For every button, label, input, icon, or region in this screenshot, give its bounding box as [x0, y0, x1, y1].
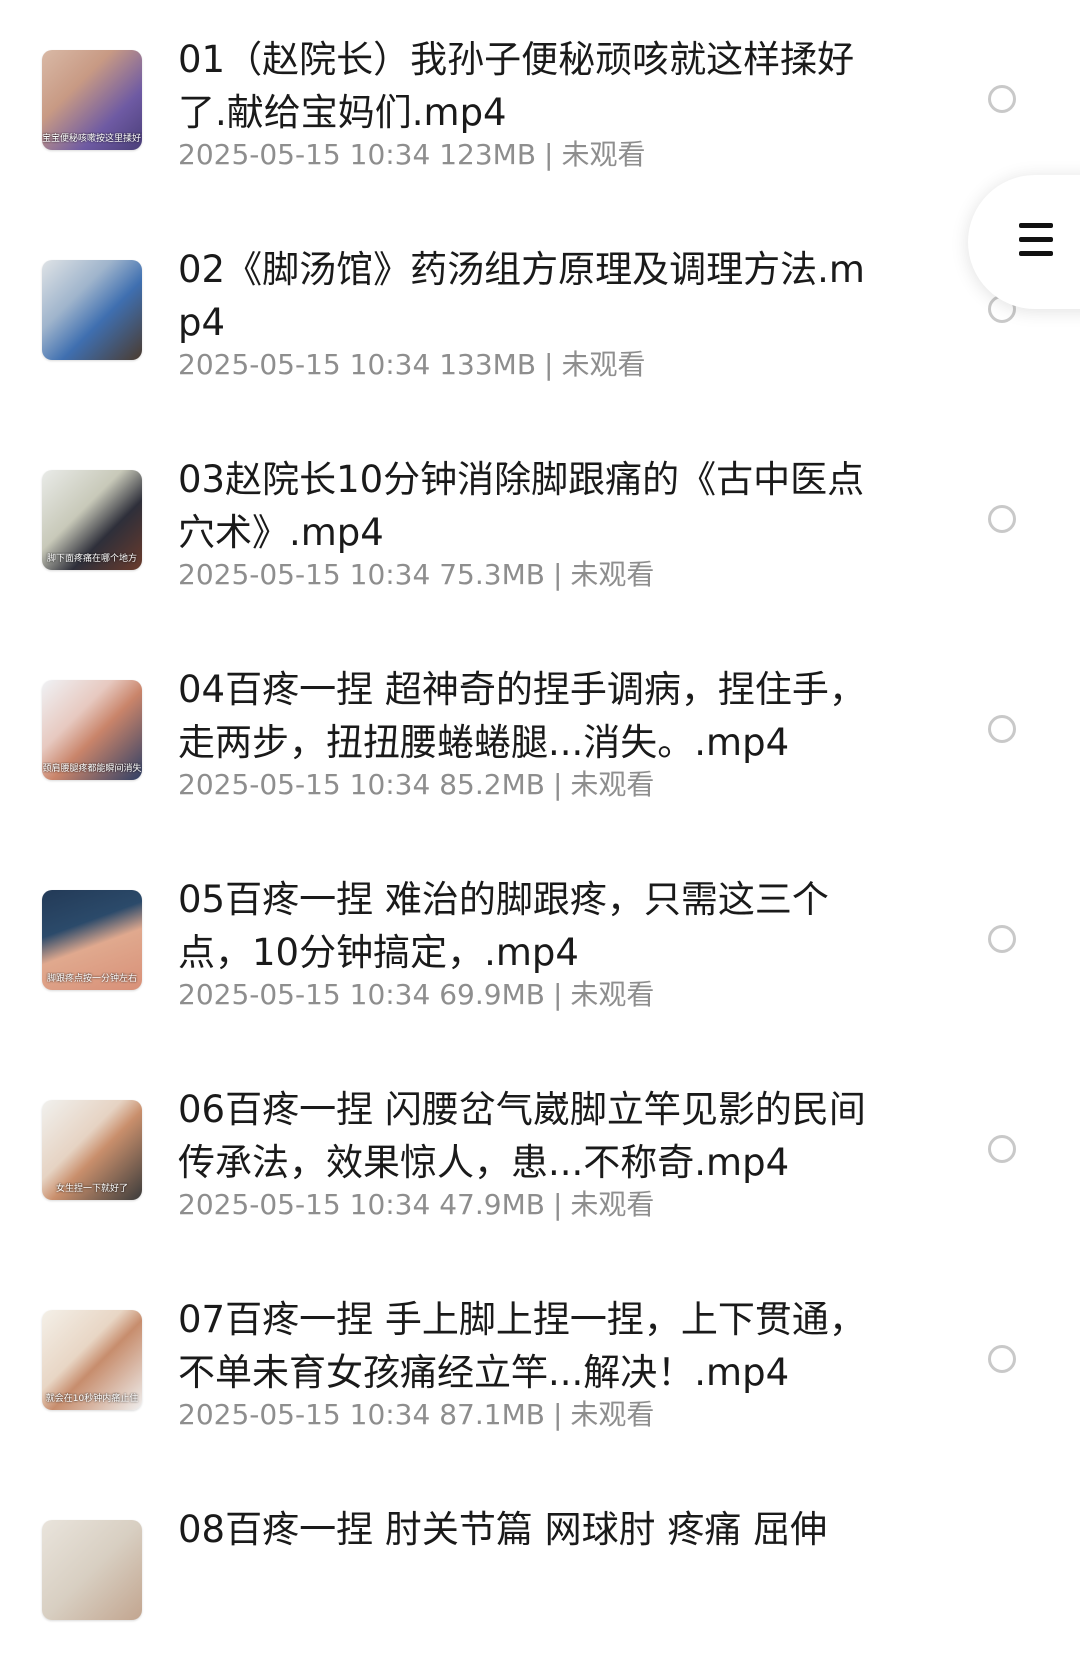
select-radio[interactable] — [988, 1345, 1016, 1373]
list-item[interactable]: 宝宝便秘咳嗽按这里揉好了 01（赵院长）我孙子便秘顽咳就这样揉好了.献给宝妈们.… — [0, 0, 1080, 210]
file-size: 75.3MB — [439, 558, 545, 591]
thumbnail-caption — [42, 1602, 142, 1616]
file-date: 2025-05-15 10:34 — [178, 1188, 431, 1221]
file-size: 87.1MB — [439, 1398, 545, 1431]
file-meta: 2025-05-15 10:34 133MB | 未观看 — [178, 348, 646, 381]
file-size: 85.2MB — [439, 768, 545, 801]
list-item[interactable]: 脚下面疼痛在哪个地方 03赵院长10分钟消除脚跟痛的《古中医点穴术》.mp4 2… — [0, 420, 1080, 630]
list-item[interactable]: 脚跟疼点按一分钟左右 05百疼一捏 难治的脚跟疼，只需这三个点，10分钟搞定，.… — [0, 840, 1080, 1050]
watch-status: 未观看 — [570, 1398, 655, 1431]
watch-status: 未观看 — [570, 1188, 655, 1221]
list-item[interactable]: 就会在10秒钟内痛止住 07百疼一捏 手上脚上捏一捏，上下贯通，不单未育女孩痛经… — [0, 1260, 1080, 1470]
select-radio[interactable] — [988, 505, 1016, 533]
thumbnail-caption: 颈肩腰腿疼都能瞬间消失 — [42, 764, 142, 774]
thumbnail-caption: 脚跟疼点按一分钟左右 — [46, 974, 137, 984]
file-meta: 2025-05-15 10:34 87.1MB | 未观看 — [178, 1398, 655, 1431]
video-thumbnail — [42, 1520, 142, 1620]
video-thumbnail: 脚下面疼痛在哪个地方 — [42, 470, 142, 570]
watch-status: 未观看 — [570, 978, 655, 1011]
file-size: 123MB — [439, 138, 537, 171]
select-radio[interactable] — [988, 1135, 1016, 1163]
watch-status: 未观看 — [561, 348, 646, 381]
list-item[interactable]: 08百疼一捏 肘关节篇 网球肘 疼痛 屈伸 — [0, 1470, 1080, 1680]
file-size: 47.9MB — [439, 1188, 545, 1221]
file-title: 02《脚汤馆》药汤组方原理及调理方法.mp4 — [178, 248, 865, 344]
list-item[interactable]: 颈肩腰腿疼都能瞬间消失 04百疼一捏 超神奇的捏手调病，捏住手，走两步，扭扭腰蜷… — [0, 630, 1080, 840]
file-title: 03赵院长10分钟消除脚跟痛的《古中医点穴术》.mp4 — [178, 458, 865, 554]
file-date: 2025-05-15 10:34 — [178, 558, 431, 591]
thumbnail-caption — [42, 342, 142, 356]
select-radio[interactable] — [988, 715, 1016, 743]
file-title: 01（赵院长）我孙子便秘顽咳就这样揉好了.献给宝妈们.mp4 — [178, 38, 855, 134]
video-thumbnail — [42, 260, 142, 360]
thumbnail-caption: 就会在10秒钟内痛止住 — [45, 1394, 139, 1404]
file-title: 07百疼一捏 手上脚上捏一捏，上下贯通，不单未育女孩痛经立竿...解决！.mp4 — [178, 1298, 866, 1394]
file-meta: 2025-05-15 10:34 85.2MB | 未观看 — [178, 768, 655, 801]
file-meta: 2025-05-15 10:34 75.3MB | 未观看 — [178, 558, 655, 591]
thumbnail-caption: 脚下面疼痛在哪个地方 — [46, 554, 137, 564]
file-title: 05百疼一捏 难治的脚跟疼，只需这三个点，10分钟搞定，.mp4 — [178, 878, 829, 974]
select-radio[interactable] — [988, 925, 1016, 953]
video-thumbnail: 宝宝便秘咳嗽按这里揉好了 — [42, 50, 142, 150]
list-item[interactable]: 02《脚汤馆》药汤组方原理及调理方法.mp4 2025-05-15 10:34 … — [0, 210, 1080, 420]
file-meta: 2025-05-15 10:34 123MB | 未观看 — [178, 138, 646, 171]
file-meta: 2025-05-15 10:34 47.9MB | 未观看 — [178, 1188, 655, 1221]
file-size: 69.9MB — [439, 978, 545, 1011]
file-title: 08百疼一捏 肘关节篇 网球肘 疼痛 屈伸 — [178, 1508, 828, 1551]
file-size: 133MB — [439, 348, 537, 381]
watch-status: 未观看 — [561, 138, 646, 171]
thumbnail-caption: 宝宝便秘咳嗽按这里揉好了 — [42, 134, 142, 144]
video-thumbnail: 就会在10秒钟内痛止住 — [42, 1310, 142, 1410]
video-thumbnail: 女生捏一下就好了 — [42, 1100, 142, 1200]
video-thumbnail: 脚跟疼点按一分钟左右 — [42, 890, 142, 990]
list-item[interactable]: 女生捏一下就好了 06百疼一捏 闪腰岔气崴脚立竿见影的民间传承法，效果惊人，患.… — [0, 1050, 1080, 1260]
file-date: 2025-05-15 10:34 — [178, 348, 431, 381]
select-radio[interactable] — [988, 85, 1016, 113]
file-date: 2025-05-15 10:34 — [178, 1398, 431, 1431]
file-meta: 2025-05-15 10:34 69.9MB | 未观看 — [178, 978, 655, 1011]
file-date: 2025-05-15 10:34 — [178, 978, 431, 1011]
watch-status: 未观看 — [570, 768, 655, 801]
video-thumbnail: 颈肩腰腿疼都能瞬间消失 — [42, 680, 142, 780]
file-date: 2025-05-15 10:34 — [178, 768, 431, 801]
hamburger-menu-icon — [1019, 223, 1053, 257]
thumbnail-caption: 女生捏一下就好了 — [55, 1184, 128, 1194]
file-title: 04百疼一捏 超神奇的捏手调病，捏住手，走两步，扭扭腰蜷蜷腿...消失。.mp4 — [178, 668, 866, 764]
file-date: 2025-05-15 10:34 — [178, 138, 431, 171]
watch-status: 未观看 — [570, 558, 655, 591]
file-title: 06百疼一捏 闪腰岔气崴脚立竿见影的民间传承法，效果惊人，患...不称奇.mp4 — [178, 1088, 866, 1184]
